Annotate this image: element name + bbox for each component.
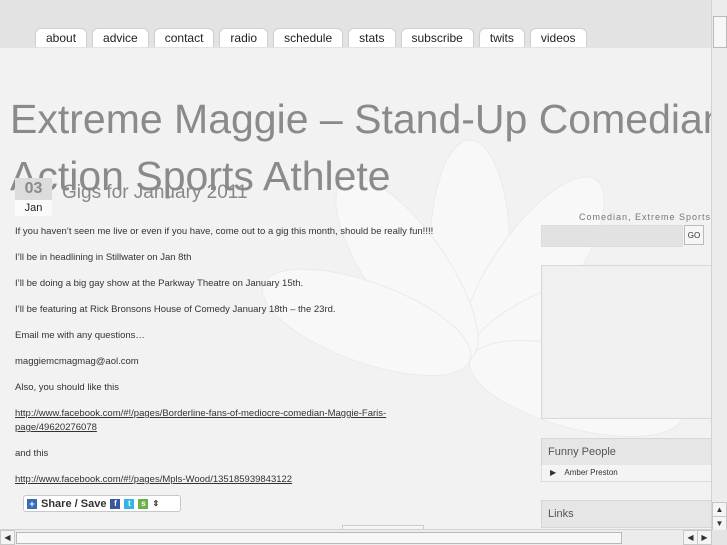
vertical-scrollbar[interactable]: ▲ ▼ — [711, 0, 727, 531]
scrollbar-corner — [712, 530, 727, 545]
post-paragraph: I’ll be doing a big gay show at the Park… — [15, 278, 304, 289]
scroll-left-arrow-icon[interactable]: ◀ — [0, 530, 15, 545]
tab-about[interactable]: about — [35, 28, 88, 47]
funny-people-heading: Funny People — [541, 438, 712, 466]
scroll-right-arrow-icon[interactable]: ▶ — [697, 530, 712, 545]
facebook-mpls-wood-link[interactable]: http://www.facebook.com/#!/pages/Mpls-Wo… — [15, 474, 292, 485]
list-item: ▶ Amber Preston — [541, 465, 712, 482]
top-navigation: about advice contact radio schedule stat… — [35, 28, 587, 47]
scroll-down-arrow-icon[interactable]: ▼ — [712, 516, 727, 531]
web-page: about advice contact radio schedule stat… — [0, 0, 712, 530]
more-services-icon: s — [138, 498, 149, 509]
share-save-button[interactable]: + Share / Save f t s ⇕ — [23, 495, 181, 512]
post-body: If you haven’t seen me live or even if y… — [15, 225, 435, 499]
tab-contact[interactable]: contact — [153, 28, 215, 47]
post-paragraph: I’ll be featuring at Rick Bronsons House… — [15, 304, 336, 315]
search-go-button[interactable]: GO — [684, 225, 704, 245]
search-input[interactable] — [541, 225, 683, 247]
tab-videos[interactable]: videos — [529, 28, 587, 47]
tab-schedule[interactable]: schedule — [273, 28, 344, 47]
scroll-left-arrow-icon[interactable]: ◀ — [683, 530, 698, 545]
post-date-day: 03 — [24, 180, 43, 197]
facebook-fan-page-link[interactable]: http://www.facebook.com/#!/pages/Borderl… — [15, 408, 386, 433]
tab-stats[interactable]: stats — [348, 28, 396, 47]
facebook-icon: f — [110, 498, 121, 509]
horizontal-scroll-thumb[interactable] — [16, 532, 622, 544]
twitter-icon: t — [124, 498, 135, 509]
post-title[interactable]: Gigs for January 2011 — [62, 182, 248, 204]
horizontal-scrollbar[interactable]: ◀ ◀ ▶ — [0, 529, 712, 545]
tab-radio[interactable]: radio — [219, 28, 269, 47]
post-paragraph: Also, you should like this — [15, 382, 120, 393]
site-tagline: Comedian, Extreme Sports A — [579, 212, 712, 222]
post-date-badge: 03 Jan — [15, 178, 52, 216]
vertical-scroll-thumb[interactable] — [713, 16, 727, 48]
post-paragraph: I’ll be in headlining in Stillwater on J… — [15, 252, 192, 263]
tab-advice[interactable]: advice — [92, 28, 149, 47]
plus-icon: + — [27, 498, 37, 509]
funny-person-link[interactable]: Amber Preston — [564, 468, 617, 477]
links-heading: Links — [541, 500, 712, 528]
post-paragraph-email: maggiemcmagmag@aol.com — [15, 356, 139, 367]
post-paragraph: Email me with any questions… — [15, 330, 145, 341]
tab-twits[interactable]: twits — [478, 28, 525, 47]
sidebar-widget-box — [541, 265, 712, 419]
share-save-label: Share / Save — [41, 497, 107, 510]
post-paragraph: and this — [15, 448, 49, 459]
post-paragraph: If you haven’t seen me live or even if y… — [15, 226, 434, 237]
arrow-right-icon: ▶ — [550, 468, 557, 477]
scroll-up-arrow-icon[interactable]: ▲ — [712, 502, 727, 517]
chevron-up-down-icon: ⇕ — [152, 499, 160, 508]
post-date-month: Jan — [15, 200, 52, 216]
tab-subscribe[interactable]: subscribe — [400, 28, 474, 47]
